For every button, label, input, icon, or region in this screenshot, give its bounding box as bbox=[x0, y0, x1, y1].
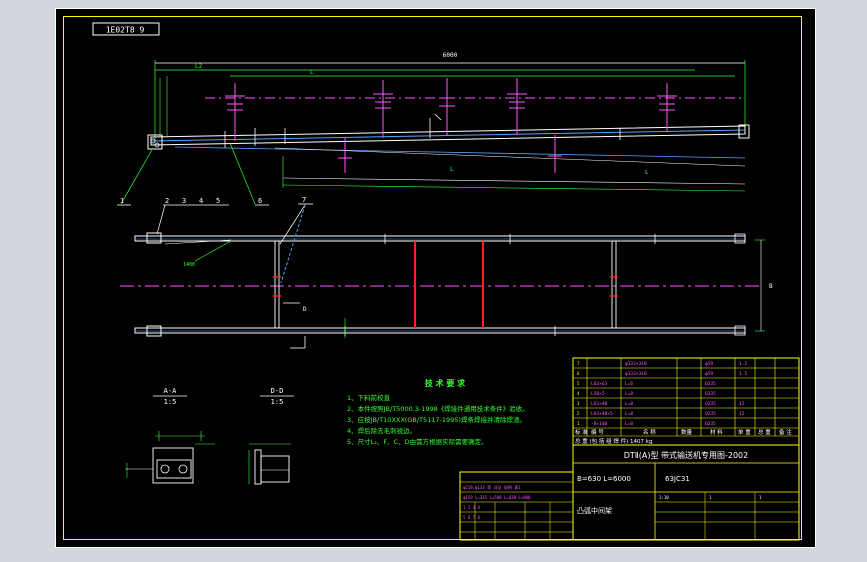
section-b: D-D 1:5 bbox=[248, 387, 294, 485]
part-label-3: 3 bbox=[182, 197, 186, 205]
part-name: 凸弧中间架 bbox=[577, 506, 612, 515]
part-label-7: 7 bbox=[302, 196, 306, 204]
svg-text:Q235: Q235 bbox=[705, 411, 716, 417]
header-remarks: 备 注 bbox=[779, 428, 792, 436]
svg-text:4: 4 bbox=[577, 391, 580, 396]
header-name: 名 称 bbox=[643, 428, 656, 436]
header-qty: 数量 bbox=[681, 428, 693, 436]
svg-text:5: 5 bbox=[577, 381, 580, 386]
dim-right: B bbox=[769, 283, 773, 290]
plan-view: 1 2 3 4 5 6 7 B 1400 D bbox=[117, 196, 773, 349]
section-a: A-A 1:5 bbox=[125, 387, 215, 484]
svg-text:L=8: L=8 bbox=[625, 391, 633, 397]
tech-requirements: 技 术 要 求 1、下料前校直 2、本件按照JB/T5000.3-1998《焊接… bbox=[347, 378, 529, 446]
summary-row: 总 重 (包 括 组 焊 件) 1407 kg bbox=[575, 437, 652, 445]
revision-table: φ219,φ133 等 详见 说明 表1 φ159 L=315 L=500 L=… bbox=[459, 471, 574, 541]
svg-text:1 2 3 4: 1 2 3 4 bbox=[463, 505, 480, 510]
section-b-scale: 1:5 bbox=[271, 398, 284, 406]
svg-text:L63×63: L63×63 bbox=[591, 381, 608, 387]
section-a-scale: 1:5 bbox=[164, 398, 177, 406]
drawing-canvas: 1E02T8 9 6000 L2 L L L 1 2 3 4 5 6 7 B 1… bbox=[55, 8, 816, 548]
drawing-number: 63JC31 bbox=[665, 475, 690, 483]
part-label-1: 1 bbox=[120, 197, 124, 205]
dim-small-left: 1400 bbox=[183, 262, 195, 268]
svg-text:L=0: L=0 bbox=[625, 421, 633, 427]
dim-l2: L2 bbox=[195, 63, 203, 70]
dim-bottom-l: L bbox=[450, 166, 454, 173]
overall-dim: 6000 bbox=[443, 52, 458, 59]
parts-list: φ133×310 φ59 1.2 φ133×310 φ59 1.5 L63×63 L=6 Q… bbox=[572, 357, 800, 446]
part-label-4: 4 bbox=[199, 197, 203, 205]
inner-border bbox=[63, 16, 802, 540]
svg-text:L=8: L=8 bbox=[625, 411, 633, 417]
outer-border bbox=[55, 8, 816, 548]
tech-line-3: 3、应按JB/T10XXX(GB/T5117-1995)焊条焊接并清除焊渣。 bbox=[347, 415, 526, 424]
svg-text:L63×40×5: L63×40×5 bbox=[591, 411, 613, 417]
part-label-2: 2 bbox=[165, 197, 169, 205]
svg-text:φ133×310: φ133×310 bbox=[625, 361, 647, 367]
header-total-weight: 总 重 bbox=[758, 428, 771, 436]
header-standard: 标 准 bbox=[575, 428, 588, 436]
svg-text:Q235: Q235 bbox=[705, 401, 716, 407]
spec-text: B=630 L=6000 bbox=[577, 475, 631, 483]
svg-text:L=8: L=8 bbox=[625, 401, 633, 407]
svg-text:2: 2 bbox=[577, 411, 580, 416]
tech-title: 技 术 要 求 bbox=[425, 378, 466, 388]
tech-line-5: 5、尺寸L₂、F、C、D由需方根据实际需要确定。 bbox=[347, 437, 488, 446]
header-material: 材 料 bbox=[710, 428, 723, 436]
svg-text:L63×40: L63×40 bbox=[591, 401, 608, 407]
svg-text:φ59: φ59 bbox=[705, 371, 713, 377]
svg-text:L=6: L=6 bbox=[625, 381, 633, 387]
dim-bottom-right: L bbox=[645, 169, 649, 176]
svg-text:Q235: Q235 bbox=[705, 421, 716, 427]
standard-title: DTⅡ(A)型 带式输送机专用图-2002 bbox=[624, 450, 749, 460]
header-code: 编 号 bbox=[591, 428, 604, 436]
title-block: DTⅡ(A)型 带式输送机专用图-2002 B=630 L=6000 63JC3… bbox=[572, 444, 800, 541]
section-a-title: A-A bbox=[164, 387, 177, 395]
cad-viewport[interactable]: 1E02T8 9 6000 L2 L L L 1 2 3 4 5 6 7 B 1… bbox=[55, 8, 816, 548]
svg-text:6: 6 bbox=[577, 371, 580, 376]
svg-text:12: 12 bbox=[739, 401, 745, 407]
part-label-5: 5 bbox=[216, 197, 220, 205]
svg-text:1: 1 bbox=[759, 495, 762, 500]
tech-line-1: 1、下料前校直 bbox=[347, 393, 391, 402]
svg-text:Q235: Q235 bbox=[705, 391, 716, 397]
svg-text:φ219,φ133 等 详见 说明 表1: φ219,φ133 等 详见 说明 表1 bbox=[463, 484, 521, 490]
svg-text:1: 1 bbox=[709, 495, 712, 500]
svg-text:1: 1 bbox=[577, 421, 580, 426]
svg-text:1.2: 1.2 bbox=[739, 361, 747, 367]
svg-text:5 6 7 8: 5 6 7 8 bbox=[463, 515, 480, 520]
top-view: 6000 L2 L L L bbox=[120, 52, 750, 205]
tech-line-2: 2、本件按照JB/T5000.3-1998《焊接件通用技术条件》验收。 bbox=[347, 404, 529, 413]
svg-text:φ159 L=315 L=500 L=630 L=80: φ159 L=315 L=500 L=630 L=800 bbox=[463, 495, 531, 500]
svg-text:1.5: 1.5 bbox=[739, 371, 747, 377]
svg-text:φ59: φ59 bbox=[705, 361, 713, 367]
header-unit-weight: 单 重 bbox=[738, 428, 751, 436]
svg-text:3: 3 bbox=[577, 401, 580, 406]
svg-text:Q235: Q235 bbox=[705, 381, 716, 387]
svg-text:7: 7 bbox=[577, 361, 580, 366]
section-b-title: D-D bbox=[271, 387, 284, 395]
svg-text:-8×140: -8×140 bbox=[591, 421, 608, 427]
code-box-text: 1E02T8 9 bbox=[106, 26, 145, 35]
svg-text:12: 12 bbox=[739, 411, 745, 417]
svg-text:L50×5: L50×5 bbox=[591, 391, 605, 397]
svg-text:φ133×310: φ133×310 bbox=[625, 371, 647, 377]
svg-text:1:10: 1:10 bbox=[659, 495, 669, 500]
dim-l: L bbox=[310, 69, 314, 76]
part-label-6: 6 bbox=[258, 197, 262, 205]
tech-line-4: 4、焊后除去毛刺锐边。 bbox=[347, 426, 416, 435]
section-mark-d: D bbox=[303, 306, 307, 313]
